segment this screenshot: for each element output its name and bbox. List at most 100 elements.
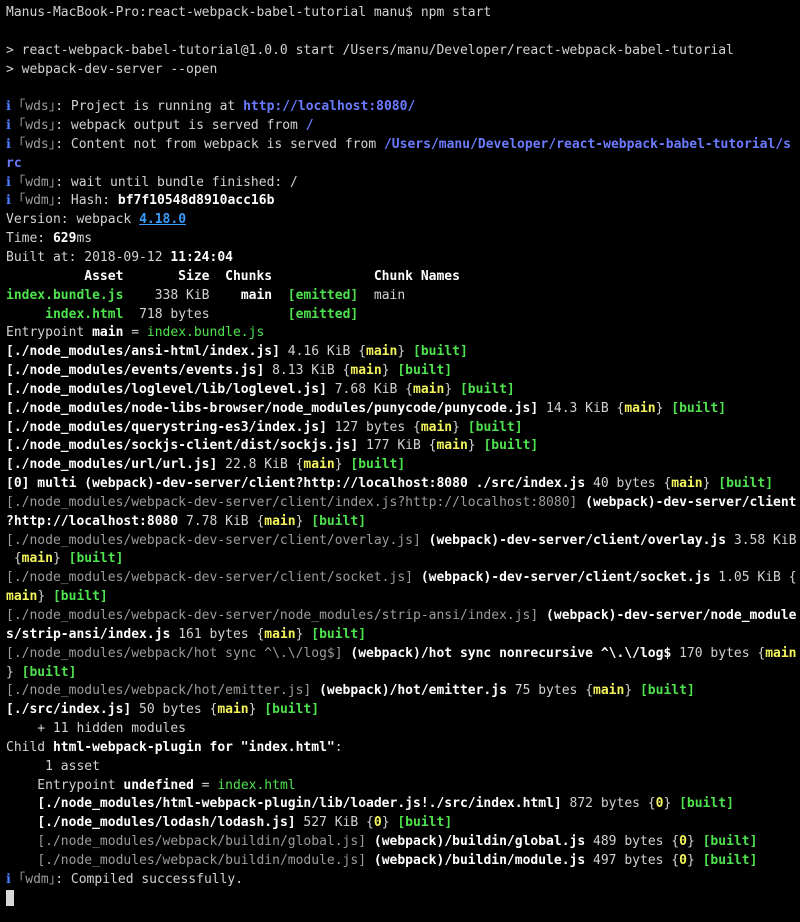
terminal-text: ms xyxy=(76,231,93,247)
terminal-text: ｢wds｣ xyxy=(18,99,56,115)
terminal-line: ℹ ｢wds｣: Project is running at http://lo… xyxy=(6,98,800,117)
cursor xyxy=(6,890,14,907)
terminal-text: [./node_modules/ansi-html/index.js] xyxy=(6,344,280,360)
terminal-line: [./node_modules/events/events.js] 8.13 K… xyxy=(6,362,800,381)
terminal-line: [./node_modules/webpack/hot/emitter.js] … xyxy=(6,682,800,701)
terminal-line: Version: webpack 4.18.0 xyxy=(6,211,800,230)
terminal-text: [built] xyxy=(483,438,539,454)
terminal-text: ｢wds｣ xyxy=(18,136,56,152)
terminal-text: } xyxy=(686,834,703,850)
terminal-text: } xyxy=(381,815,398,831)
terminal-text: ?http://localhost:8080 xyxy=(6,513,179,529)
terminal-line: 1 asset xyxy=(6,758,800,777)
terminal-text: [./node_modules/html-webpack-plugin/lib/… xyxy=(37,796,562,812)
terminal-text: } xyxy=(702,476,719,492)
terminal-line: [./node_modules/webpack-dev-server/clien… xyxy=(6,494,800,513)
terminal-text: [0] multi (webpack)-dev-server/client?ht… xyxy=(6,476,586,492)
terminal-text: bf7f10548d8910acc16b xyxy=(117,193,275,209)
terminal-text: : wait until bundle finished: / xyxy=(55,174,298,190)
terminal-text: index.bundle.js xyxy=(6,287,124,303)
terminal-line: ℹ ｢wdm｣: Hash: bf7f10548d8910acc16b xyxy=(6,192,800,211)
terminal-text: [built] xyxy=(21,664,77,680)
terminal-text: http://localhost:8080/ xyxy=(243,99,416,115)
terminal-text: main xyxy=(21,551,53,567)
terminal-text: } xyxy=(295,513,312,529)
terminal-text: main xyxy=(624,400,656,416)
terminal-text: [built] xyxy=(467,419,523,435)
terminal-text: 718 bytes xyxy=(123,306,288,322)
terminal-line: [./node_modules/webpack-dev-server/clien… xyxy=(6,569,800,588)
prompt-line[interactable] xyxy=(6,890,800,909)
terminal-text: [./node_modules/webpack/hot sync ^\.\/lo… xyxy=(6,645,343,661)
terminal-text: [built] xyxy=(397,363,453,379)
terminal-text: } xyxy=(663,796,680,812)
terminal-line: Child html-webpack-plugin for "index.htm… xyxy=(6,739,800,758)
terminal-text: [emitted] xyxy=(287,306,359,322)
terminal-text: index.html xyxy=(45,306,124,322)
terminal-line: [./node_modules/webpack/buildin/module.j… xyxy=(6,852,800,871)
terminal-line: } [built] xyxy=(6,664,800,683)
terminal-text: main xyxy=(765,645,797,661)
terminal-text: index.html xyxy=(217,777,296,793)
terminal-text: 0 xyxy=(679,852,687,868)
terminal-text: Built at: 2018-09-12 xyxy=(6,249,171,265)
terminal-text: 170 bytes { xyxy=(671,645,766,661)
terminal-line: Entrypoint undefined = index.html xyxy=(6,777,800,796)
terminal-text: [./node_modules/webpack-dev-server/clien… xyxy=(6,570,413,586)
terminal-text: 0 xyxy=(373,815,382,831)
terminal-text: } xyxy=(444,381,460,397)
terminal-text: main xyxy=(6,589,38,605)
terminal-text: main xyxy=(350,363,382,379)
terminal-line: [./node_modules/sockjs-client/dist/sockj… xyxy=(6,437,800,456)
terminal-text: main xyxy=(413,381,445,397)
terminal-text: Time: xyxy=(6,231,53,247)
terminal-text: [built] xyxy=(311,513,367,529)
info-icon: ℹ xyxy=(6,193,19,209)
terminal-text: } xyxy=(52,551,69,567)
terminal-text: (webpack)/hot sync nonrecursive ^\.\/log… xyxy=(342,645,672,661)
terminal-text: (webpack)/buildin/module.js xyxy=(366,852,586,868)
terminal-text: [./node_modules/webpack-dev-server/node_… xyxy=(6,608,539,623)
terminal-text: [built] xyxy=(397,815,453,831)
terminal-text: main xyxy=(264,513,296,529)
terminal-text: } xyxy=(397,344,413,360)
terminal-text: main xyxy=(264,626,296,642)
terminal-line: [./node_modules/ansi-html/index.js] 4.16… xyxy=(6,343,800,362)
terminal-text: [./node_modules/lodash/lodash.js] xyxy=(37,815,296,831)
terminal-text: 1 asset xyxy=(6,758,100,774)
terminal-text: 338 KiB xyxy=(123,287,241,303)
terminal-line: + 11 hidden modules xyxy=(6,720,800,739)
terminal-text: main xyxy=(366,344,398,360)
terminal-line: [./node_modules/webpack-dev-server/clien… xyxy=(6,532,800,551)
terminal-text: [built] xyxy=(702,834,758,850)
terminal-line: [./src/index.js] 50 bytes {main} [built] xyxy=(6,701,800,720)
terminal-text: 4.18.0 xyxy=(139,212,187,228)
terminal-text: { xyxy=(6,551,22,567)
terminal-text: main xyxy=(240,287,273,303)
terminal-text: : Compiled successfully. xyxy=(55,871,244,887)
terminal-text: ｢wdm｣ xyxy=(18,174,56,190)
terminal-text: 177 KiB { xyxy=(358,438,437,454)
terminal-text: 3.58 KiB xyxy=(726,532,797,548)
terminal-text: rc xyxy=(6,155,22,171)
terminal-line: > react-webpack-babel-tutorial@1.0.0 sta… xyxy=(6,42,800,61)
terminal-line: Asset Size Chunks Chunk Names xyxy=(6,268,800,287)
terminal-text: main xyxy=(671,476,703,492)
terminal-window[interactable]: Manus-MacBook-Pro:react-webpack-babel-tu… xyxy=(0,0,800,909)
terminal-text: Asset Size Chunks Chunk Names xyxy=(6,268,460,284)
terminal-text: 8.13 KiB { xyxy=(264,363,351,379)
terminal-text: [./node_modules/webpack/hot/emitter.js] xyxy=(6,683,312,699)
terminal-text: [built] xyxy=(413,344,468,360)
terminal-text: } xyxy=(248,702,265,718)
info-icon: ℹ xyxy=(6,99,19,115)
terminal-line: Manus-MacBook-Pro:react-webpack-babel-tu… xyxy=(6,4,800,23)
terminal-text: (webpack)/buildin/global.js xyxy=(366,834,586,850)
terminal-text: Entrypoint xyxy=(6,325,93,341)
terminal-text: [./node_modules/loglevel/lib/loglevel.js… xyxy=(6,381,327,397)
terminal-text: [./node_modules/webpack/buildin/module.j… xyxy=(37,852,367,868)
terminal-text: = xyxy=(193,777,218,793)
terminal-text: [./node_modules/webpack-dev-server/clien… xyxy=(6,532,421,548)
